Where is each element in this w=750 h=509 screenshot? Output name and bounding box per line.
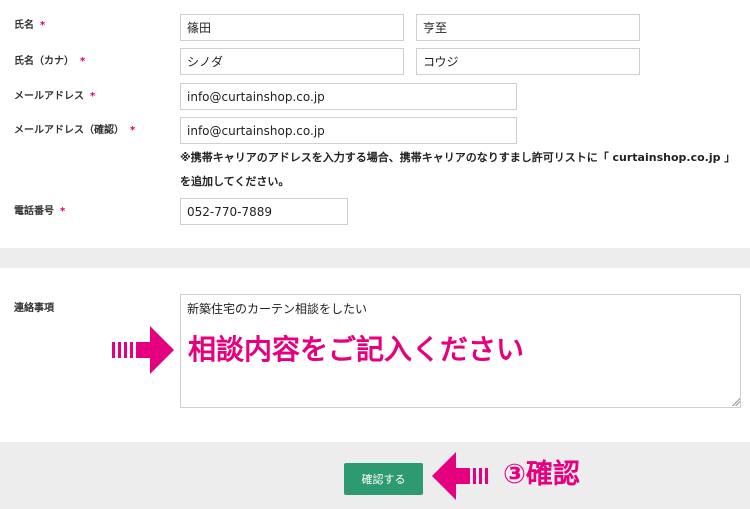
email-input[interactable]	[180, 83, 517, 110]
last-name-kana-input[interactable]	[180, 48, 404, 75]
kana-label: 氏名（カナ） *	[14, 56, 86, 67]
email-label: メールアドレス *	[14, 91, 96, 102]
required-mark: *	[40, 20, 46, 31]
arrow-right-icon	[112, 324, 174, 376]
required-mark: *	[130, 125, 136, 136]
first-name-input[interactable]	[416, 14, 640, 41]
confirm-hint-annotation: ③確認	[503, 459, 580, 490]
required-mark: *	[60, 206, 66, 217]
section-divider	[0, 248, 750, 268]
carrier-email-note: ※携帯キャリアのアドレスを入力する場合、携帯キャリアのなりすまし許可リストに「 …	[180, 151, 736, 188]
email-confirm-label: メールアドレス（確認） *	[14, 125, 136, 136]
message-hint-annotation: 相談内容をご記入ください	[188, 333, 525, 366]
email-confirm-input[interactable]	[180, 117, 517, 144]
arrow-left-icon	[432, 451, 494, 501]
message-label: 連絡事項	[14, 303, 54, 314]
confirm-button[interactable]: 確認する	[344, 463, 423, 495]
first-name-kana-input[interactable]	[416, 48, 640, 75]
required-mark: *	[90, 91, 96, 102]
phone-input[interactable]	[180, 198, 348, 225]
last-name-input[interactable]	[180, 14, 404, 41]
name-label: 氏名 *	[14, 20, 46, 31]
textarea-resize-handle[interactable]	[731, 397, 740, 406]
phone-label: 電話番号 *	[14, 206, 66, 217]
required-mark: *	[80, 56, 86, 67]
